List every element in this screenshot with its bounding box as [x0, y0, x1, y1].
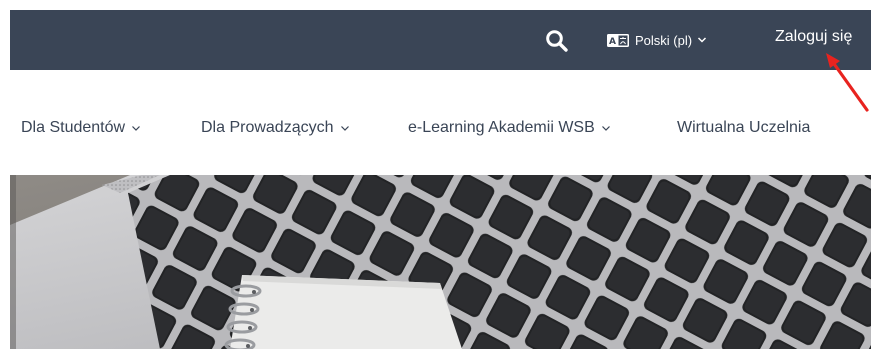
main-navigation: Dla Studentów Dla Prowadzących e-Learnin… — [10, 70, 871, 175]
login-link[interactable]: Zaloguj się — [775, 28, 852, 46]
top-header-bar: A Polski (pl) Zaloguj się — [10, 10, 871, 70]
nav-item-dla-prowadzacych[interactable]: Dla Prowadzących — [201, 117, 350, 139]
nav-item-wirtualna-uczelnia[interactable]: Wirtualna Uczelnia — [677, 117, 810, 139]
chevron-down-icon — [601, 125, 610, 131]
hero-image — [10, 175, 871, 349]
language-label: Polski (pl) — [635, 32, 693, 48]
language-icon: A — [607, 33, 629, 47]
search-button[interactable] — [544, 28, 570, 54]
chevron-down-icon — [132, 125, 140, 131]
nav-item-e-learning[interactable]: e-Learning Akademii WSB — [408, 117, 611, 139]
laptop-keyboard-image — [10, 175, 871, 349]
annotation-arrow-icon — [826, 53, 869, 112]
language-badge-text: A — [609, 37, 616, 47]
language-menu[interactable]: A Polski (pl) — [607, 30, 707, 50]
nav-item-label: Dla Studentów — [21, 119, 126, 136]
chevron-down-icon — [698, 37, 707, 43]
chevron-down-icon — [340, 125, 349, 131]
nav-item-label: Wirtualna Uczelnia — [677, 119, 811, 136]
search-icon — [546, 30, 568, 52]
nav-item-label: Dla Prowadzących — [201, 119, 334, 136]
nav-item-dla-studentow[interactable]: Dla Studentów — [21, 117, 141, 139]
page: A Polski (pl) Zaloguj się Dla Studentów … — [0, 0, 871, 349]
nav-item-label: e-Learning Akademii WSB — [408, 119, 595, 136]
